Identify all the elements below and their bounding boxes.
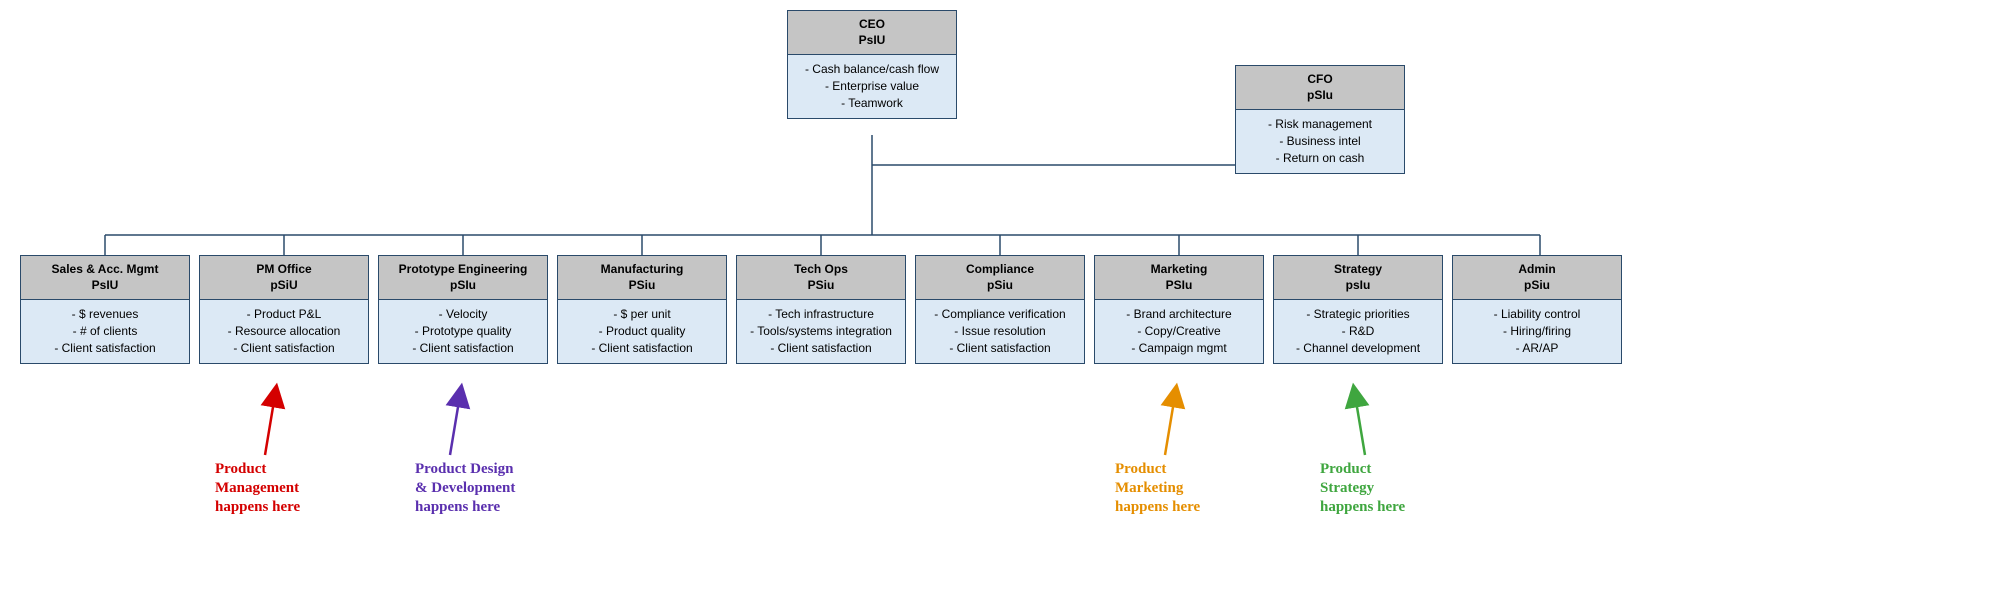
org-title: Admin pSiu <box>1453 256 1621 300</box>
org-box-marketing: Marketing PSIu - Brand architecture - Co… <box>1094 255 1264 364</box>
org-box-admin: Admin pSiu - Liability control - Hiring/… <box>1452 255 1622 364</box>
title-text: Tech Ops <box>794 262 848 276</box>
item: - Resource allocation <box>208 323 360 340</box>
org-box-prototype-engineering: Prototype Engineering pSIu - Velocity - … <box>378 255 548 364</box>
item: - Client satisfaction <box>566 340 718 357</box>
org-body: - Brand architecture - Copy/Creative - C… <box>1095 300 1263 362</box>
item: - Liability control <box>1461 306 1613 323</box>
org-body: - Strategic priorities - R&D - Channel d… <box>1274 300 1442 362</box>
org-box-ceo: CEO PsIU - Cash balance/cash flow - Ente… <box>787 10 957 119</box>
item: - Client satisfaction <box>745 340 897 357</box>
org-title: Compliance pSiu <box>916 256 1084 300</box>
item: - Client satisfaction <box>208 340 360 357</box>
org-title: Strategy psIu <box>1274 256 1442 300</box>
org-title: Prototype Engineering pSIu <box>379 256 547 300</box>
org-body: - Compliance verification - Issue resolu… <box>916 300 1084 362</box>
org-title: Tech Ops PSiu <box>737 256 905 300</box>
code-text: pSIu <box>450 278 476 292</box>
item: - Product P&L <box>208 306 360 323</box>
item: - $ per unit <box>566 306 718 323</box>
item: - Copy/Creative <box>1103 323 1255 340</box>
code-text: pSiu <box>987 278 1013 292</box>
item: - Risk management <box>1244 116 1396 133</box>
item: - Strategic priorities <box>1282 306 1434 323</box>
org-box-manufacturing: Manufacturing PSiu - $ per unit - Produc… <box>557 255 727 364</box>
item: - Hiring/firing <box>1461 323 1613 340</box>
item: - Prototype quality <box>387 323 539 340</box>
org-box-cfo: CFO pSIu - Risk management - Business in… <box>1235 65 1405 174</box>
annotation-proto: Product Design & Development happens her… <box>415 460 515 516</box>
org-box-sales: Sales & Acc. Mgmt PsIU - $ revenues - # … <box>20 255 190 364</box>
org-body: - Risk management - Business intel - Ret… <box>1236 110 1404 172</box>
code-text: pSIu <box>1307 88 1333 102</box>
org-title: Manufacturing PSiu <box>558 256 726 300</box>
annotation-pm: Product Management happens here <box>215 460 300 516</box>
org-title: CEO PsIU <box>788 11 956 55</box>
item: - $ revenues <box>29 306 181 323</box>
title-text: CEO <box>859 17 885 31</box>
annotation-marketing: Product Marketing happens here <box>1115 460 1200 516</box>
item: - Business intel <box>1244 133 1396 150</box>
item: - Tech infrastructure <box>745 306 897 323</box>
org-title: Marketing PSIu <box>1095 256 1263 300</box>
item: - Brand architecture <box>1103 306 1255 323</box>
org-body: - Product P&L - Resource allocation - Cl… <box>200 300 368 362</box>
org-body: - $ per unit - Product quality - Client … <box>558 300 726 362</box>
item: - Velocity <box>387 306 539 323</box>
title-text: Strategy <box>1334 262 1382 276</box>
title-text: Compliance <box>966 262 1034 276</box>
title-text: Marketing <box>1151 262 1208 276</box>
item: - Client satisfaction <box>924 340 1076 357</box>
org-box-tech-ops: Tech Ops PSiu - Tech infrastructure - To… <box>736 255 906 364</box>
org-body: - Cash balance/cash flow - Enterprise va… <box>788 55 956 117</box>
org-title: Sales & Acc. Mgmt PsIU <box>21 256 189 300</box>
org-body: - $ revenues - # of clients - Client sat… <box>21 300 189 362</box>
org-body: - Tech infrastructure - Tools/systems in… <box>737 300 905 362</box>
title-text: Prototype Engineering <box>399 262 528 276</box>
code-text: psIu <box>1346 278 1371 292</box>
org-body: - Velocity - Prototype quality - Client … <box>379 300 547 362</box>
org-body: - Liability control - Hiring/firing - AR… <box>1453 300 1621 362</box>
title-text: Admin <box>1518 262 1555 276</box>
org-box-compliance: Compliance pSiu - Compliance verificatio… <box>915 255 1085 364</box>
code-text: PsIU <box>92 278 119 292</box>
code-text: pSiU <box>270 278 297 292</box>
org-title: PM Office pSiU <box>200 256 368 300</box>
code-text: PsIU <box>859 33 886 47</box>
code-text: PSiu <box>808 278 835 292</box>
org-title: CFO pSIu <box>1236 66 1404 110</box>
title-text: Sales & Acc. Mgmt <box>52 262 159 276</box>
item: - Cash balance/cash flow <box>796 61 948 78</box>
item: - Client satisfaction <box>387 340 539 357</box>
item: - R&D <box>1282 323 1434 340</box>
code-text: pSiu <box>1524 278 1550 292</box>
code-text: PSiu <box>629 278 656 292</box>
item: - Teamwork <box>796 95 948 112</box>
item: - Campaign mgmt <box>1103 340 1255 357</box>
item: - Product quality <box>566 323 718 340</box>
code-text: PSIu <box>1166 278 1193 292</box>
item: - Issue resolution <box>924 323 1076 340</box>
item: - Compliance verification <box>924 306 1076 323</box>
item: - Tools/systems integration <box>745 323 897 340</box>
item: - Return on cash <box>1244 150 1396 167</box>
title-text: PM Office <box>256 262 311 276</box>
item: - AR/AP <box>1461 340 1613 357</box>
org-box-strategy: Strategy psIu - Strategic priorities - R… <box>1273 255 1443 364</box>
item: - Client satisfaction <box>29 340 181 357</box>
item: - Enterprise value <box>796 78 948 95</box>
title-text: Manufacturing <box>601 262 684 276</box>
title-text: CFO <box>1307 72 1332 86</box>
item: - Channel development <box>1282 340 1434 357</box>
annotation-strategy: Product Strategy happens here <box>1320 460 1405 516</box>
org-box-pm-office: PM Office pSiU - Product P&L - Resource … <box>199 255 369 364</box>
item: - # of clients <box>29 323 181 340</box>
